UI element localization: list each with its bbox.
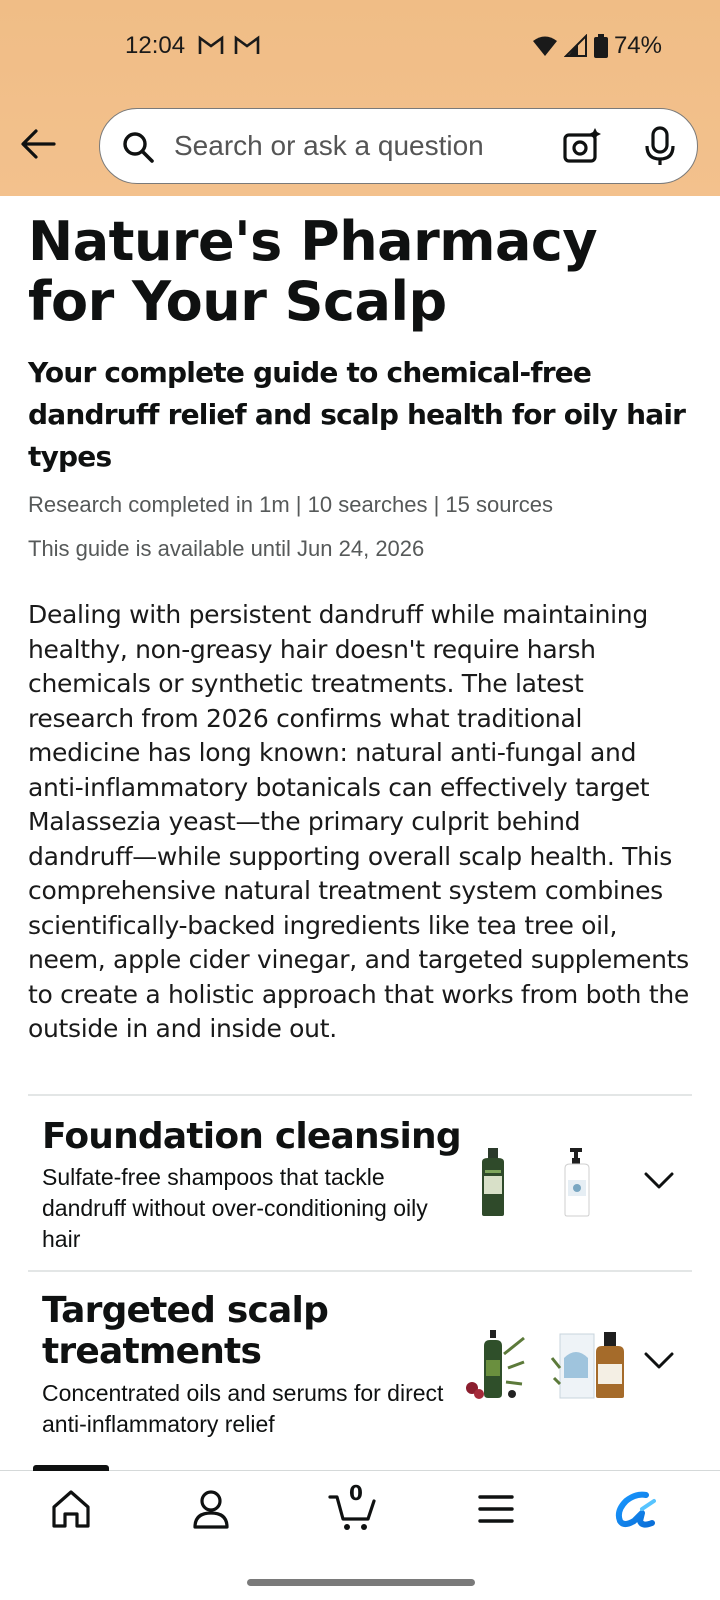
page-title: Nature's Pharmacy for Your Scalp xyxy=(28,210,598,333)
chevron-down-icon[interactable] xyxy=(644,1170,674,1190)
menu-icon[interactable] xyxy=(474,1487,518,1531)
home-icon[interactable] xyxy=(49,1487,93,1531)
cart-count: 0 xyxy=(349,1481,363,1505)
section-description: Concentrated oils and serums for direct … xyxy=(42,1380,444,1437)
scalp-serum-set-image xyxy=(550,1332,624,1399)
section-title: Foundation cleansing xyxy=(42,1116,462,1157)
status-bar: 12:04 74% xyxy=(0,28,720,64)
section-targeted-scalp-treatments[interactable]: Targeted scalp treatments Concentrated o… xyxy=(28,1270,692,1446)
research-meta: Research completed in 1m | 10 searches |… xyxy=(28,492,554,517)
section-title: Targeted scalp treatments xyxy=(42,1290,329,1372)
camera-search-icon[interactable] xyxy=(562,126,602,166)
status-time: 12:04 xyxy=(125,32,186,59)
article-content: Nature's Pharmacy for Your Scalp Your co… xyxy=(28,196,692,1047)
app-header: 12:04 74% Search or ask a question xyxy=(0,0,720,196)
back-arrow-icon[interactable] xyxy=(18,124,58,164)
shampoo-bottle-image xyxy=(482,1148,504,1216)
microphone-icon[interactable] xyxy=(640,126,680,166)
gmail-notification-icon xyxy=(234,35,260,54)
section-description: Sulfate-free shampoos that tackle dandru… xyxy=(42,1164,428,1252)
account-icon[interactable] xyxy=(189,1487,233,1531)
cellular-signal-icon xyxy=(563,34,587,57)
gmail-notification-icon xyxy=(198,35,224,54)
battery-icon xyxy=(593,34,608,58)
availability-note: This guide is available until Jun 24, 20… xyxy=(28,536,425,561)
chevron-down-icon[interactable] xyxy=(644,1350,674,1370)
search-bar[interactable]: Search or ask a question xyxy=(99,108,698,184)
wifi-icon xyxy=(532,36,557,56)
scalp-oil-bottle-image xyxy=(466,1330,525,1399)
search-icon xyxy=(123,132,154,163)
rufus-icon[interactable] xyxy=(612,1487,656,1531)
cart-button[interactable]: 0 xyxy=(328,1481,378,1531)
article-body: Dealing with persistent dandruff while m… xyxy=(28,600,689,1043)
gesture-navigation-bar[interactable] xyxy=(247,1579,475,1586)
battery-percent: 74% xyxy=(613,32,662,59)
bottom-navigation: 0 xyxy=(0,1465,720,1600)
page-subtitle: Your complete guide to chemical-free dan… xyxy=(28,356,686,473)
section-foundation-cleansing[interactable]: Foundation cleansing Sulfate-free shampo… xyxy=(28,1094,692,1270)
status-indicators: 74% xyxy=(532,32,662,60)
shampoo-pump-bottle-image xyxy=(564,1148,590,1217)
search-input[interactable]: Search or ask a question xyxy=(174,130,484,162)
active-tab-indicator xyxy=(33,1465,109,1471)
